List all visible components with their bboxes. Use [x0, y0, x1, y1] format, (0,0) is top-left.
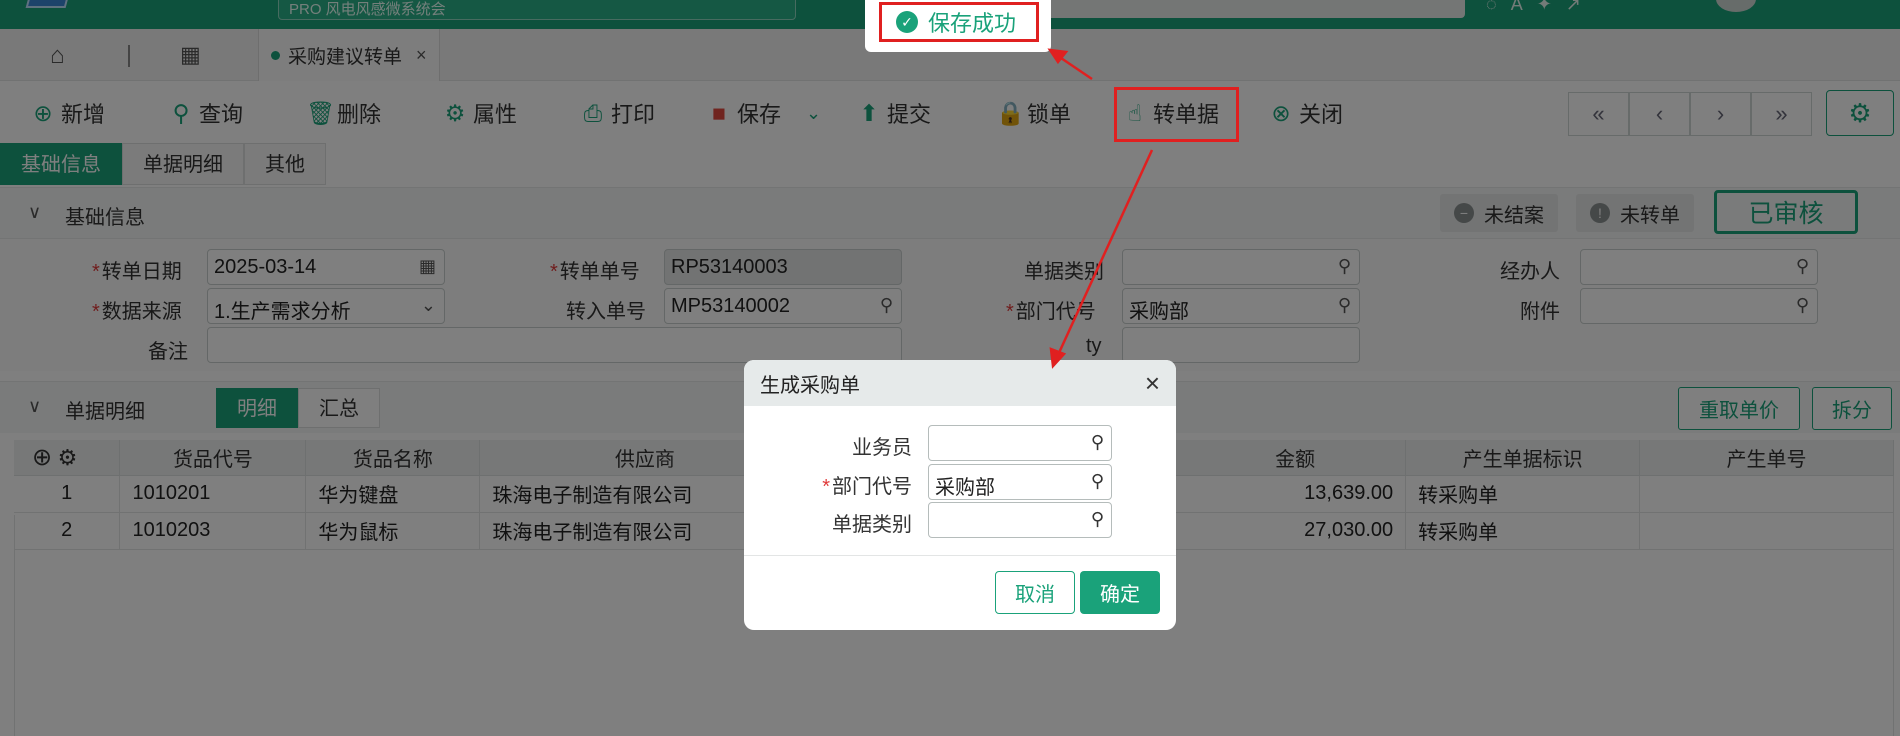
doc-type-row: 单据类别 ⚲: [744, 502, 1176, 538]
close-icon[interactable]: ×: [1145, 370, 1160, 396]
success-toast: ✓ 保存成功: [865, 0, 1051, 52]
confirm-button[interactable]: 确定: [1080, 571, 1160, 614]
check-circle-icon: ✓: [896, 11, 918, 33]
doc-type-field[interactable]: ⚲: [928, 502, 1112, 538]
dept-field[interactable]: 采购部⚲: [928, 464, 1112, 500]
generate-po-dialog: 生成采购单 × 业务员 ⚲ * 部门代号 采购部 ⚲ 单据类别 ⚲ 取消 确定: [744, 360, 1176, 630]
dept-label: *部门代号: [822, 476, 912, 498]
search-icon[interactable]: ⚲: [1091, 509, 1104, 530]
search-icon[interactable]: ⚲: [1091, 471, 1104, 492]
search-icon[interactable]: ⚲: [1091, 432, 1104, 453]
salesman-field[interactable]: ⚲: [928, 425, 1112, 461]
annotation-highlight-box: [1114, 87, 1239, 142]
dept-row: * 部门代号 采购部 ⚲: [744, 464, 1176, 500]
cancel-button[interactable]: 取消: [995, 571, 1075, 614]
doc-type-label: 单据类别: [832, 514, 912, 536]
toast-message: 保存成功: [928, 11, 1017, 36]
salesman-row: 业务员 ⚲: [744, 425, 1176, 461]
dialog-header: 生成采购单 ×: [744, 360, 1176, 406]
salesman-label: 业务员: [852, 437, 912, 459]
toast-content: ✓ 保存成功: [879, 2, 1039, 42]
divider: [744, 555, 1176, 556]
dialog-title: 生成采购单: [760, 374, 860, 397]
